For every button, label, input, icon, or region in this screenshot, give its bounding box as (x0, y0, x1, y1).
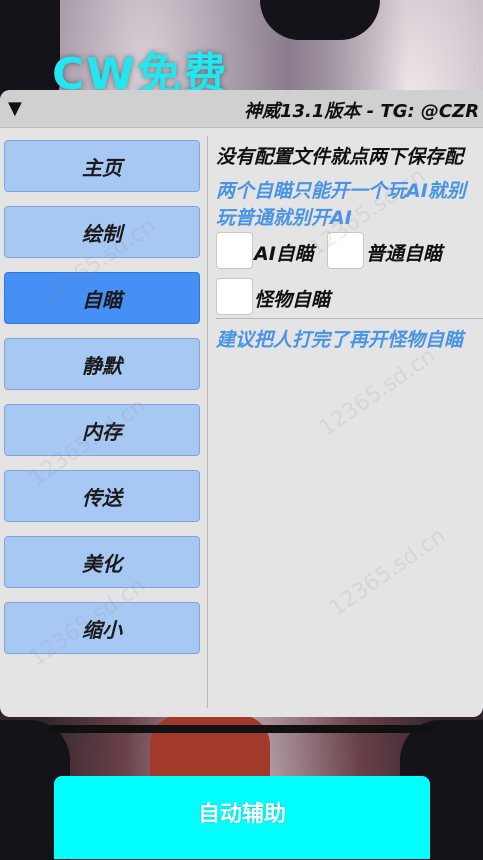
content-separator (216, 318, 483, 319)
monster-aim-label: 怪物自瞄 (254, 289, 331, 311)
nav-button-beautify[interactable]: 美化 (4, 536, 200, 588)
nav-button-aimbot[interactable]: 自瞄 (4, 272, 200, 324)
normal-aim-label: 普通自瞄 (366, 243, 443, 265)
watermark: 12365.sd.cn (315, 343, 441, 442)
panel-divider (207, 136, 208, 708)
nav-button-home[interactable]: 主页 (4, 140, 200, 192)
watermark: 12365.sd.cn (325, 523, 451, 622)
monster-aim-checkbox[interactable] (216, 278, 253, 315)
collapse-icon[interactable]: ▼ (8, 98, 22, 119)
home-indicator (49, 725, 434, 733)
ai-aim-label: AI自瞄 (254, 243, 314, 265)
nav-button-silent[interactable]: 静默 (4, 338, 200, 390)
menu-panel: ▼ 神威13.1版本 - TG: @CZR 主页 绘制 自瞄 静默 内存 传送 … (0, 90, 483, 717)
config-notice: 没有配置文件就点两下保存配 (216, 146, 464, 168)
panel-titlebar[interactable]: ▼ 神威13.1版本 - TG: @CZR (0, 90, 483, 128)
auto-assist-button[interactable]: 自动辅助 (54, 776, 430, 859)
ai-aim-checkbox[interactable] (216, 232, 253, 269)
auto-assist-label: 自动辅助 (197, 802, 286, 827)
panel-title: 神威13.1版本 - TG: @CZR (244, 101, 480, 122)
